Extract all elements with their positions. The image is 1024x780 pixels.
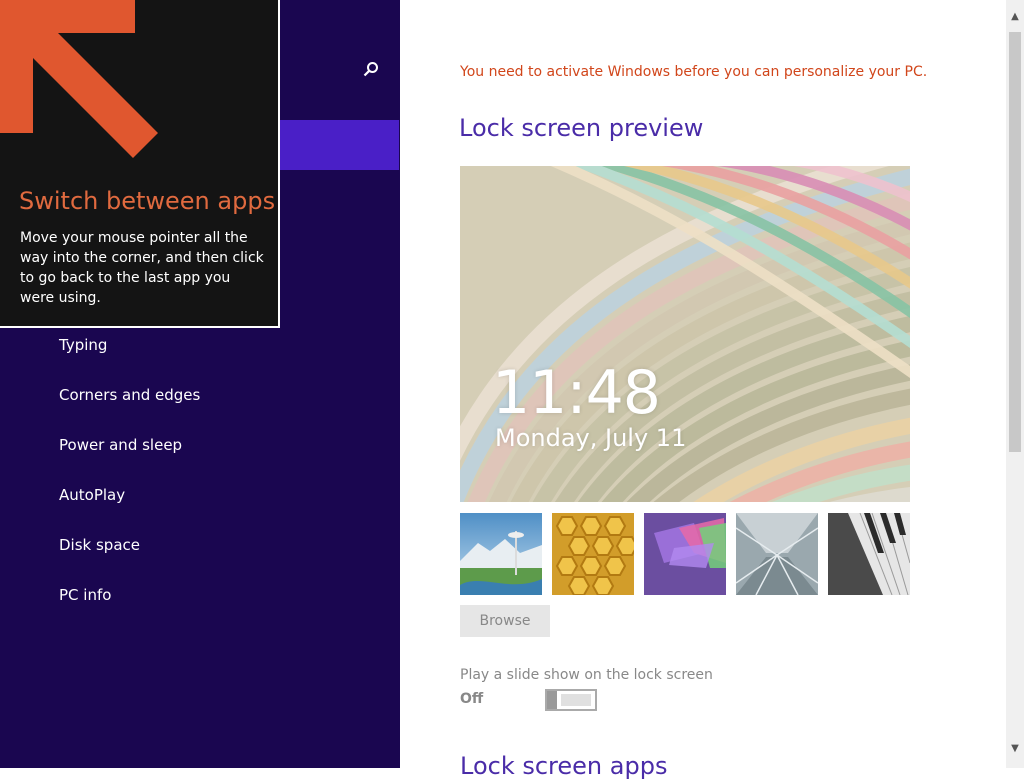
- lock-screen-date: Monday, July 11: [495, 424, 687, 452]
- selected-nav-item[interactable]: [280, 120, 399, 170]
- lock-screen-preview-heading: Lock screen preview: [459, 114, 704, 142]
- nav-item-autoplay[interactable]: AutoPlay: [59, 480, 125, 510]
- corner-arrow-icon: [0, 0, 158, 158]
- lock-screen-preview: 11:48 Monday, July 11: [460, 166, 910, 502]
- lock-screen-apps-heading: Lock screen apps: [460, 752, 668, 780]
- toggle-knob: [547, 691, 557, 709]
- switch-apps-tip: Switch between apps Move your mouse poin…: [0, 0, 280, 328]
- slideshow-toggle[interactable]: [545, 689, 597, 711]
- slideshow-label: Play a slide show on the lock screen: [460, 667, 713, 683]
- lock-screen-settings: You need to activate Windows before you …: [400, 0, 1006, 780]
- tip-body: Move your mouse pointer all the way into…: [20, 230, 264, 306]
- activation-warning: You need to activate Windows before you …: [460, 64, 928, 80]
- nav-item-power-and-sleep[interactable]: Power and sleep: [59, 430, 182, 460]
- browse-button[interactable]: Browse: [460, 605, 550, 637]
- thumbnail-tunnel[interactable]: [736, 513, 818, 595]
- thumbnail-honeycomb[interactable]: [552, 513, 634, 595]
- scroll-thumb[interactable]: [1009, 32, 1021, 452]
- nav-item-disk-space[interactable]: Disk space: [59, 530, 140, 560]
- tip-title: Switch between apps: [19, 187, 276, 215]
- search-icon[interactable]: [362, 60, 380, 78]
- vertical-scrollbar[interactable]: ▲ ▼: [1006, 0, 1024, 768]
- thumbnail-geometric[interactable]: [644, 513, 726, 595]
- scroll-up-icon[interactable]: ▲: [1006, 8, 1024, 26]
- scroll-down-icon[interactable]: ▼: [1006, 740, 1024, 758]
- nav-item-pc-info[interactable]: PC info: [59, 580, 111, 610]
- toggle-track: [561, 694, 591, 706]
- thumbnail-space-needle[interactable]: [460, 513, 542, 595]
- nav-item-typing[interactable]: Typing: [59, 330, 107, 360]
- lock-screen-time: 11:48: [492, 358, 661, 428]
- nav-item-corners-and-edges[interactable]: Corners and edges: [59, 380, 200, 410]
- thumbnail-piano[interactable]: [828, 513, 910, 595]
- slideshow-state: Off: [460, 691, 484, 707]
